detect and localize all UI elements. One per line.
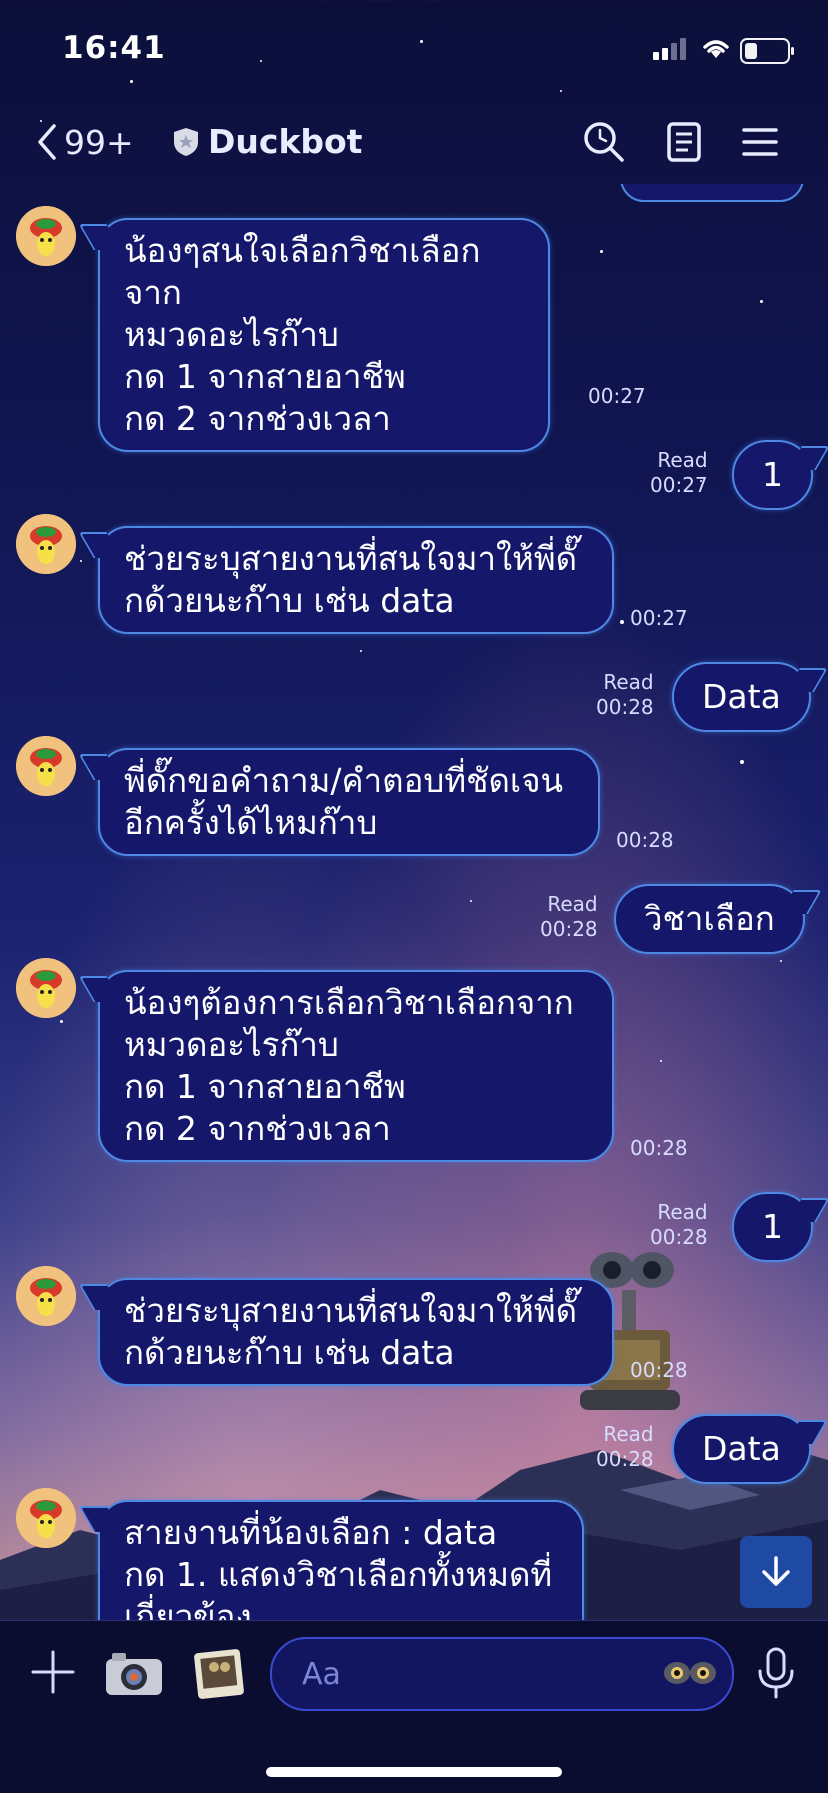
read-receipt: Read 00:28	[596, 670, 654, 719]
chevron-left-icon	[38, 124, 56, 160]
plus-icon[interactable]	[30, 1649, 76, 1695]
chat-title-text: Duckbot	[208, 122, 363, 161]
message-input[interactable]: Aa	[270, 1637, 734, 1711]
duck-avatar-icon	[16, 206, 76, 266]
duck-avatar-icon	[16, 958, 76, 1018]
bot-avatar[interactable]	[16, 736, 76, 796]
read-receipt: Read 00:27	[650, 448, 708, 497]
chat-title[interactable]: Duckbot	[172, 122, 362, 161]
chat-header: 99+ Duckbot	[0, 100, 828, 184]
wifi-icon	[703, 40, 729, 58]
message-time: 00:28	[630, 1358, 688, 1382]
bot-avatar[interactable]	[16, 1266, 76, 1326]
incoming-message[interactable]: น้องๆสนใจเลือกวิชาเลือกจาก หมวดอะไรก๊าบ …	[98, 218, 550, 452]
read-receipt: Read 00:28	[650, 1200, 708, 1249]
cellular-signal-icon	[653, 38, 686, 60]
duck-avatar-icon	[16, 1266, 76, 1326]
scroll-to-bottom-button[interactable]	[740, 1536, 812, 1608]
outgoing-message[interactable]: Data	[672, 1414, 811, 1484]
menu-icon[interactable]	[738, 120, 782, 164]
duck-avatar-icon	[16, 736, 76, 796]
read-receipt: Read 00:28	[596, 1422, 654, 1471]
bot-avatar[interactable]	[16, 1488, 76, 1548]
incoming-message[interactable]: สายงานที่น้องเลือก : data กด 1. แสดงวิชา…	[98, 1500, 584, 1620]
message-time: 00:27	[588, 384, 646, 408]
outgoing-message[interactable]: 1	[732, 1192, 813, 1262]
search-icon[interactable]	[582, 120, 626, 164]
sticker-eyes-icon[interactable]	[662, 1657, 718, 1689]
incoming-message[interactable]: น้องๆต้องการเลือกวิชาเลือกจาก หมวดอะไรก๊…	[98, 970, 614, 1162]
unread-count: 99+	[64, 122, 134, 162]
message-time: 00:28	[630, 1136, 688, 1160]
message-time: 00:27	[630, 606, 688, 630]
microphone-icon[interactable]	[756, 1647, 796, 1699]
incoming-message[interactable]: ช่วยระบุสายงานที่สนใจมาให้พี่ดั๊ กด้วยนะ…	[98, 526, 614, 634]
home-indicator[interactable]	[266, 1767, 562, 1777]
chat-messages[interactable]: น้องๆสนใจเลือกวิชาเลือกจาก หมวดอะไรก๊าบ …	[0, 184, 828, 1620]
back-button[interactable]: 99+	[34, 122, 134, 162]
read-receipt: Read 00:28	[540, 892, 598, 941]
incoming-message[interactable]: พี่ดั๊กขอคำถาม/คำตอบที่ชัดเจน อีกครั้งได…	[98, 748, 600, 856]
arrow-down-icon	[762, 1556, 790, 1586]
official-shield-icon	[174, 127, 198, 156]
incoming-message[interactable]: ช่วยระบุสายงานที่สนใจมาให้พี่ดั๊ กด้วยนะ…	[98, 1278, 614, 1386]
camera-icon[interactable]	[104, 1649, 164, 1697]
bot-avatar[interactable]	[16, 958, 76, 1018]
duck-avatar-icon	[16, 514, 76, 574]
bot-avatar[interactable]	[16, 514, 76, 574]
outgoing-message[interactable]: วิชาเลือก	[614, 884, 805, 954]
outgoing-message[interactable]: 1	[732, 440, 813, 510]
previous-message-fragment	[620, 184, 804, 202]
bot-avatar[interactable]	[16, 206, 76, 266]
message-time: 00:28	[616, 828, 674, 852]
status-time: 16:41	[62, 30, 166, 66]
battery-icon	[740, 38, 794, 64]
photo-gallery-icon[interactable]	[194, 1647, 244, 1699]
notes-icon[interactable]	[662, 120, 706, 164]
message-input-placeholder: Aa	[302, 1657, 341, 1692]
outgoing-message[interactable]: Data	[672, 662, 811, 732]
status-bar: 16:41	[0, 0, 828, 100]
message-input-bar: Aa	[0, 1620, 828, 1793]
duck-avatar-icon	[16, 1488, 76, 1548]
